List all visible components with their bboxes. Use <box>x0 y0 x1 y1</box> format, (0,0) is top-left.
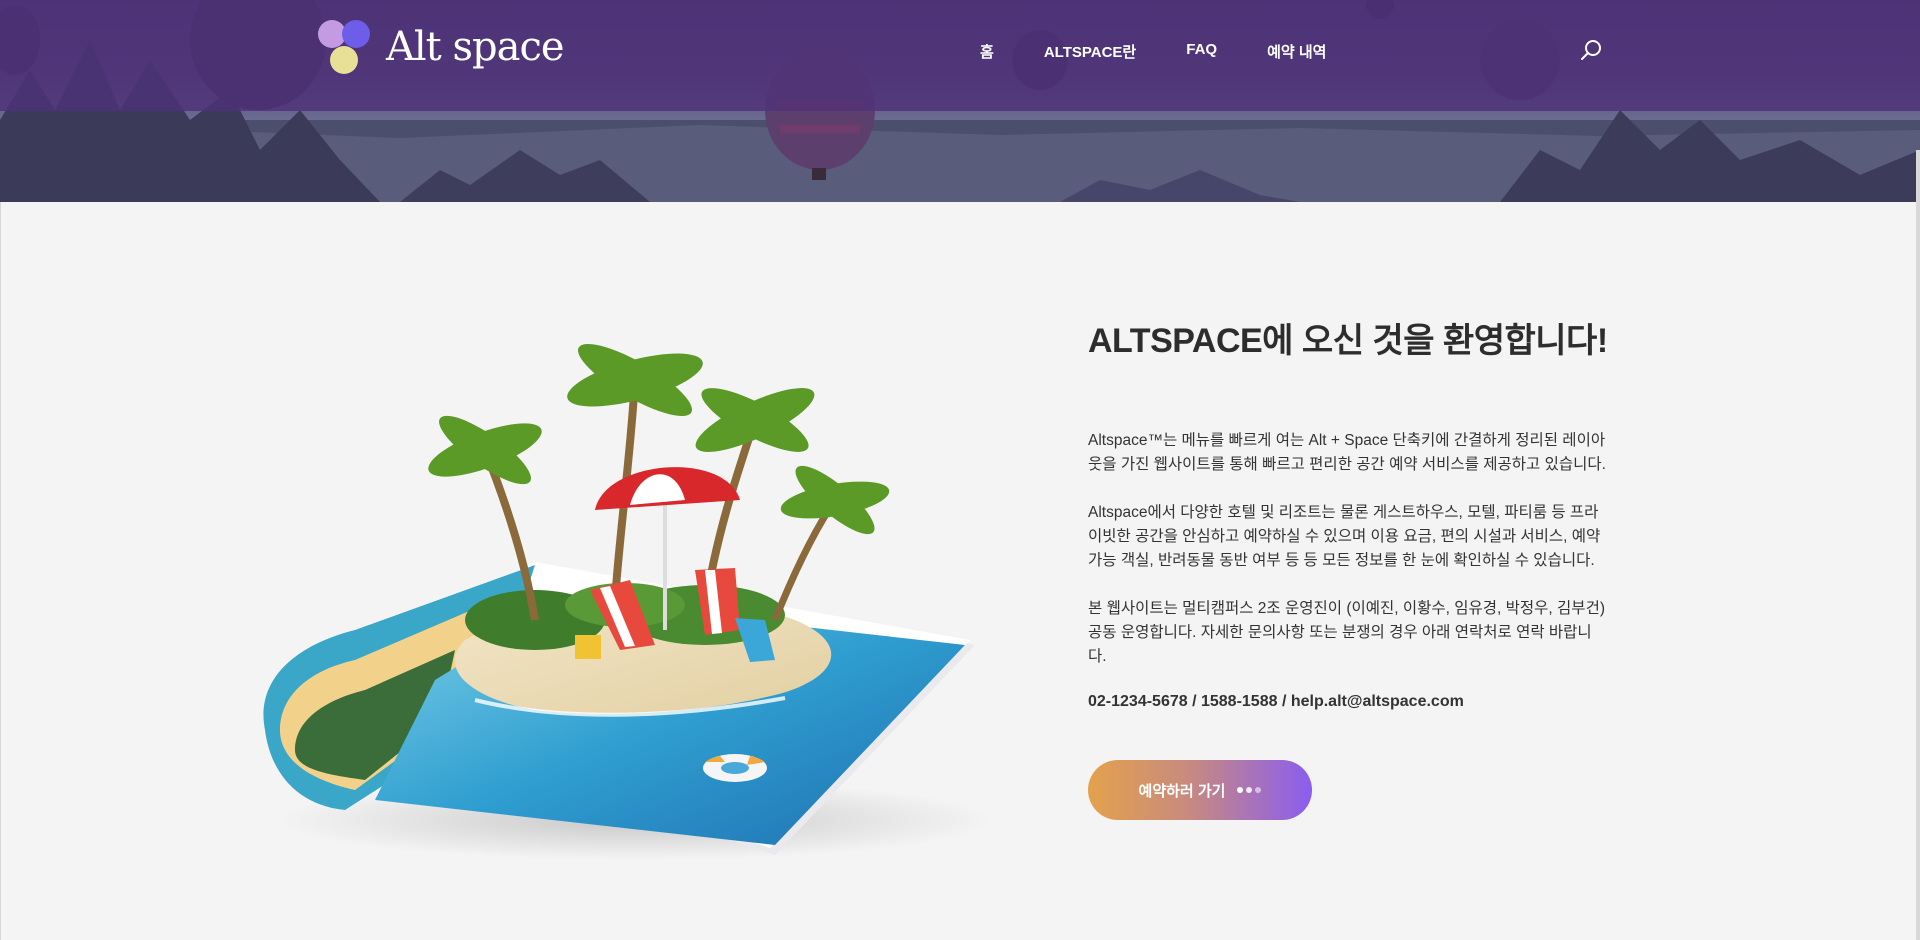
search-icon[interactable] <box>1580 38 1604 62</box>
nav-item-reservations[interactable]: 예약 내역 <box>1267 41 1326 62</box>
site-logo[interactable]: Alt space <box>318 18 565 76</box>
description-paragraph-1: Altspace™는 메뉴를 빠르게 여는 Alt + Space 단축키에 간… <box>1088 432 1606 473</box>
book-now-label: 예약하러 가기 <box>1138 782 1226 800</box>
contact-info: 02-1234-5678 / 1588-1588 / help.alt@alts… <box>1088 693 1464 710</box>
logo-text: Alt space <box>386 24 565 70</box>
page-title: ALTSPACE에 오신 것을 환영합니다! <box>1088 322 1608 360</box>
logo-circles-icon <box>318 18 376 76</box>
dots-icon <box>1237 787 1262 793</box>
description-paragraph-3: 본 웹사이트는 멀티캠퍼스 2조 운영진이 (이예진, 이황수, 임유경, 박정… <box>1088 600 1605 665</box>
nav-item-faq[interactable]: FAQ <box>1186 41 1217 62</box>
left-edge-divider <box>0 202 1 940</box>
main-nav: 홈 ALTSPACE란 FAQ 예약 내역 <box>980 41 1326 62</box>
description-paragraph-2: Altspace에서 다양한 호텔 및 리조트는 물론 게스트하우스, 모텔, … <box>1088 504 1601 569</box>
description-block: Altspace™는 메뉴를 빠르게 여는 Alt + Space 단축키에 간… <box>1088 429 1608 711</box>
page-scrollbar[interactable] <box>1916 150 1920 940</box>
nav-item-home[interactable]: 홈 <box>980 41 994 62</box>
book-now-button[interactable]: 예약하러 가기 <box>1088 760 1312 820</box>
island-book-illustration <box>263 343 995 860</box>
welcome-content: ALTSPACE에 오신 것을 환영합니다! Altspace™는 메뉴를 빠르… <box>1088 313 1608 710</box>
nav-item-about[interactable]: ALTSPACE란 <box>1044 41 1136 62</box>
hero-banner <box>0 0 1920 202</box>
header-bar <box>0 0 1920 111</box>
